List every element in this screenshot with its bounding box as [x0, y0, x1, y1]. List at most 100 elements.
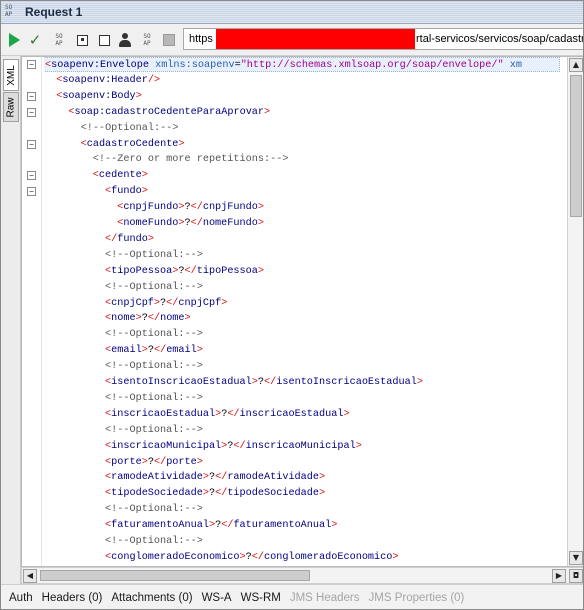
xml-line[interactable]: <cedente> — [44, 168, 148, 183]
xml-line[interactable]: <soapenv:Header/> — [44, 73, 160, 88]
validate-button[interactable]: ✓ — [27, 32, 43, 48]
xml-line[interactable]: <conglomeradoEconomico>?</conglomeradoEc… — [44, 550, 399, 565]
xml-bracket: </ — [147, 313, 161, 325]
xml-tag-name: faturamentoAnual — [111, 520, 209, 532]
xml-line[interactable]: <cadastroCedente> — [44, 137, 185, 152]
xml-line[interactable]: <!--Optional:--> — [44, 327, 203, 342]
fold-toggle-icon[interactable]: − — [27, 91, 36, 101]
xml-line[interactable]: <!--Optional:--> — [44, 359, 203, 374]
xml-close-tag-name: conglomeradoEconomico — [264, 551, 393, 563]
scroll-down-button[interactable]: ▼ — [569, 551, 583, 565]
xml-line[interactable]: <!--Zero or more repetitions:--> — [44, 152, 289, 167]
xml-bracket: /> — [147, 74, 161, 86]
xml-line[interactable]: <!--Optional:--> — [44, 502, 203, 517]
xml-close-tag-name: nome — [160, 313, 185, 325]
url-suffix-text: rtal-servicos/servicos/soap/cadastr — [416, 33, 584, 45]
scroll-up-button[interactable]: ▲ — [569, 58, 583, 72]
gray-square-icon — [163, 34, 175, 46]
xml-line[interactable]: <soapenv:Envelope xmlns:soapenv="http://… — [44, 57, 560, 72]
endpoint-url-field[interactable]: https rtal-servicos/servicos/soap/cadast… — [183, 28, 584, 50]
xml-line[interactable]: <!--Optional:--> — [44, 248, 203, 263]
credentials-button[interactable] — [117, 32, 133, 48]
xml-line[interactable]: <soapenv:Body> — [44, 89, 142, 104]
split-view-button[interactable] — [96, 32, 112, 48]
tab-attachments-0[interactable]: Attachments (0) — [111, 592, 192, 604]
scroll-right-button[interactable]: ▶ — [552, 569, 566, 583]
scroll-left-button[interactable]: ◀ — [23, 569, 37, 583]
wsdl-button[interactable]: SO AP — [139, 32, 155, 48]
xml-close-tag-name: cnpjFundo — [202, 202, 258, 214]
xml-line[interactable]: <cnpjFundo>?</cnpjFundo> — [44, 200, 264, 215]
xml-line[interactable]: <ramodeAtividade>?</ramodeAtividade> — [44, 470, 325, 485]
xml-line[interactable]: <email>?</email> — [44, 343, 203, 358]
square-icon — [98, 34, 110, 46]
xml-line[interactable]: </fundo> — [44, 232, 154, 247]
create-mock-button[interactable]: SO AP — [51, 32, 67, 48]
xml-line[interactable]: <faturamentoAnual>?</faturamentoAnual> — [44, 518, 337, 533]
xml-attribute-name: xm — [509, 60, 522, 71]
xml-tag-name: conglomeradoEconomico — [111, 551, 240, 563]
tab-jms-headers: JMS Headers — [289, 592, 360, 604]
xml-comment: Optional: — [129, 281, 185, 293]
horizontal-scrollbar[interactable]: ◀ ▶ ◘ — [21, 567, 583, 584]
xml-tag-name: email — [111, 345, 142, 357]
xml-line[interactable]: <!--Optional:--> — [44, 391, 203, 406]
xml-line[interactable]: <nome>?</nome> — [44, 311, 191, 326]
xml-comment: Optional: — [129, 361, 185, 373]
fold-toggle-icon[interactable]: − — [27, 139, 36, 149]
xml-line[interactable]: <nomeFundo>?</nomeFundo> — [44, 216, 264, 231]
xml-line[interactable]: <porte>?</porte> — [44, 455, 203, 470]
tab-auth[interactable]: Auth — [9, 592, 33, 604]
xml-tag-name: inscricaoEstadual — [111, 408, 216, 420]
xml-bracket: > — [257, 265, 265, 277]
xml-tag-name: nomeFundo — [123, 218, 179, 229]
xml-line[interactable]: <!--Optional:--> — [44, 121, 179, 136]
xml-line[interactable]: <soap:cadastroCedenteParaAprovar> — [44, 105, 270, 120]
xml-code-area[interactable]: <soapenv:Envelope xmlns:soapenv="http://… — [44, 57, 560, 566]
xml-bracket: </ — [153, 456, 167, 468]
xml-comment-close: --> — [184, 281, 203, 293]
format-button[interactable] — [74, 32, 90, 48]
square-dot-icon — [76, 34, 88, 46]
xml-tag-name: cedente — [98, 170, 142, 182]
xml-line[interactable]: <inscricaoEstadual>?</inscricaoEstadual> — [44, 407, 350, 422]
tab-headers-0[interactable]: Headers (0) — [42, 592, 103, 604]
xml-comment: Optional: — [129, 329, 185, 341]
xml-bracket: > — [221, 297, 228, 309]
xml-close-tag-name: email — [166, 345, 197, 357]
xml-line[interactable]: <tipoPessoa>?</tipoPessoa> — [44, 264, 264, 279]
xml-tag-name: fundo — [111, 186, 142, 198]
xml-line[interactable]: <fundo> — [44, 184, 148, 199]
xml-comment: Zero or more repetitions: — [117, 154, 271, 166]
resize-corner[interactable]: ◘ — [569, 569, 583, 583]
xml-bracket: </ — [153, 345, 167, 357]
fold-toggle-icon[interactable]: − — [27, 60, 36, 69]
tab-raw[interactable]: Raw — [3, 92, 19, 122]
xml-editor[interactable]: − − − − − − <soapenv:Envelope xmlns:soapenv="… — [21, 56, 583, 567]
xml-comment-close: --> — [270, 154, 289, 166]
xml-line[interactable]: <!--Optional:--> — [44, 423, 203, 438]
xml-tag-name: tipodeSociedade — [111, 488, 203, 500]
fold-toggle-icon[interactable]: − — [27, 171, 36, 181]
tab-ws-a[interactable]: WS-A — [202, 592, 232, 604]
xml-line[interactable]: <cnpjCpf>?</cnpjCpf> — [44, 296, 227, 311]
vertical-scroll-thumb[interactable] — [570, 75, 582, 217]
window-title: Request 1 — [25, 5, 83, 19]
xml-tag-name: tipoPessoa — [111, 265, 173, 277]
xml-comment-open: <!-- — [80, 122, 106, 134]
fold-toggle-icon[interactable]: − — [27, 107, 36, 117]
xml-bracket: </ — [251, 551, 264, 563]
fold-toggle-icon[interactable]: − — [27, 187, 36, 197]
horizontal-scroll-thumb[interactable] — [40, 570, 310, 581]
xml-close-tag-name: tipoPessoa — [196, 265, 258, 277]
tab-ws-rm[interactable]: WS-RM — [241, 592, 281, 604]
xml-line[interactable]: <!--Optional:--> — [44, 280, 203, 295]
submit-request-button[interactable] — [6, 32, 22, 48]
xml-line[interactable]: <inscricaoMunicipal>?</inscricaoMunicipa… — [44, 439, 362, 454]
vertical-scrollbar[interactable]: ▲ ▼ — [567, 57, 583, 566]
xml-line[interactable]: <!--Optional:--> — [44, 534, 203, 549]
xml-line[interactable]: <tipodeSociedade>?</tipodeSociedade> — [44, 486, 325, 501]
xml-line[interactable]: <isentoInscricaoEstadual>?</isentoInscri… — [44, 375, 423, 390]
tab-xml[interactable]: XML — [3, 59, 19, 91]
options-button[interactable] — [161, 32, 177, 48]
